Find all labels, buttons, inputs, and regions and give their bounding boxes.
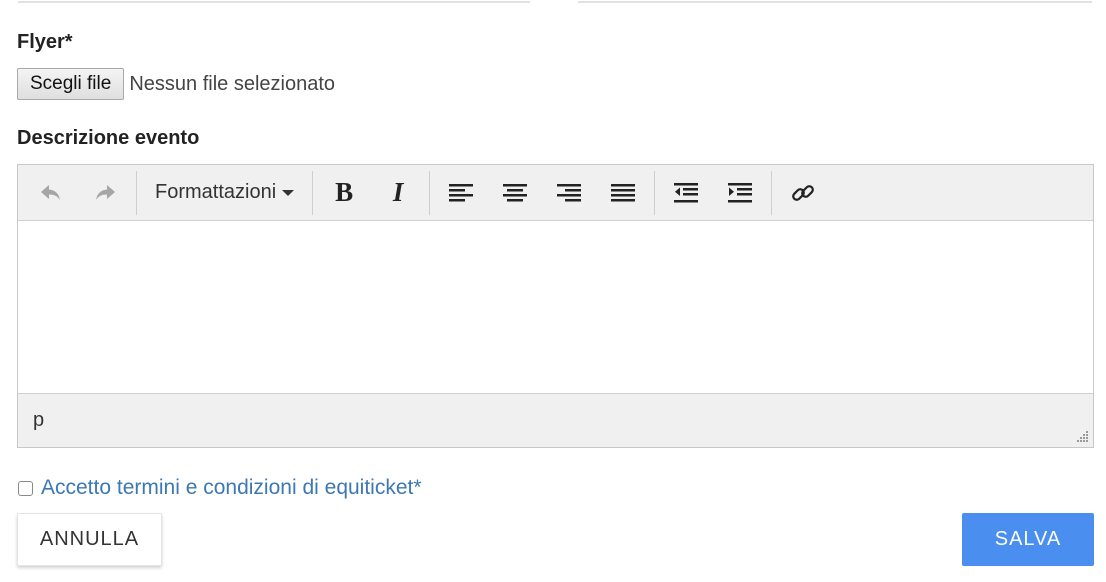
formats-label: Formattazioni (155, 181, 277, 203)
bold-icon: B (335, 177, 354, 207)
editor-toolbar: Formattazioni B I (18, 165, 1093, 221)
history-group (20, 170, 137, 215)
flyer-file-input[interactable]: Scegli file Nessun file selezionato (17, 68, 335, 100)
formats-dropdown[interactable]: Formattazioni (141, 173, 308, 213)
bold-button[interactable]: B (317, 173, 371, 213)
file-status-text: Nessun file selezionato (129, 72, 336, 95)
align-justify-icon[interactable] (596, 173, 650, 213)
italic-icon: I (392, 177, 404, 207)
cancel-button[interactable]: ANNULLA (17, 513, 162, 566)
previous-field-underline (18, 1, 530, 3)
italic-button[interactable]: I (371, 173, 425, 213)
formats-group: Formattazioni (137, 170, 314, 215)
link-icon[interactable] (776, 173, 830, 213)
save-button[interactable]: SALVA (962, 513, 1094, 566)
link-group (772, 171, 834, 215)
terms-checkbox[interactable] (18, 480, 33, 496)
indent-group (655, 170, 773, 215)
outdent-icon[interactable] (659, 173, 713, 213)
indent-icon[interactable] (713, 173, 767, 213)
flyer-label: Flyer* (17, 31, 73, 53)
chevron-down-icon (282, 189, 295, 196)
align-left-icon[interactable] (434, 173, 488, 213)
undo-icon[interactable] (24, 173, 78, 213)
align-right-icon[interactable] (542, 173, 596, 213)
previous-field-underline-right (578, 1, 1092, 3)
rich-text-editor: Formattazioni B I p (17, 164, 1094, 448)
redo-icon[interactable] (78, 173, 132, 213)
editor-statusbar: p (18, 393, 1093, 447)
style-group: B I (313, 170, 431, 215)
align-center-icon[interactable] (488, 173, 542, 213)
terms-link[interactable]: Accetto termini e condizioni di equitick… (41, 476, 422, 500)
description-label: Descrizione evento (17, 127, 200, 149)
alignment-group (430, 170, 656, 215)
terms-row: Accetto termini e condizioni di equitick… (18, 476, 422, 500)
editor-content-area[interactable] (18, 221, 1093, 393)
element-path[interactable]: p (33, 409, 44, 432)
choose-file-button[interactable]: Scegli file (17, 68, 125, 100)
resize-handle-icon[interactable] (1075, 429, 1089, 443)
